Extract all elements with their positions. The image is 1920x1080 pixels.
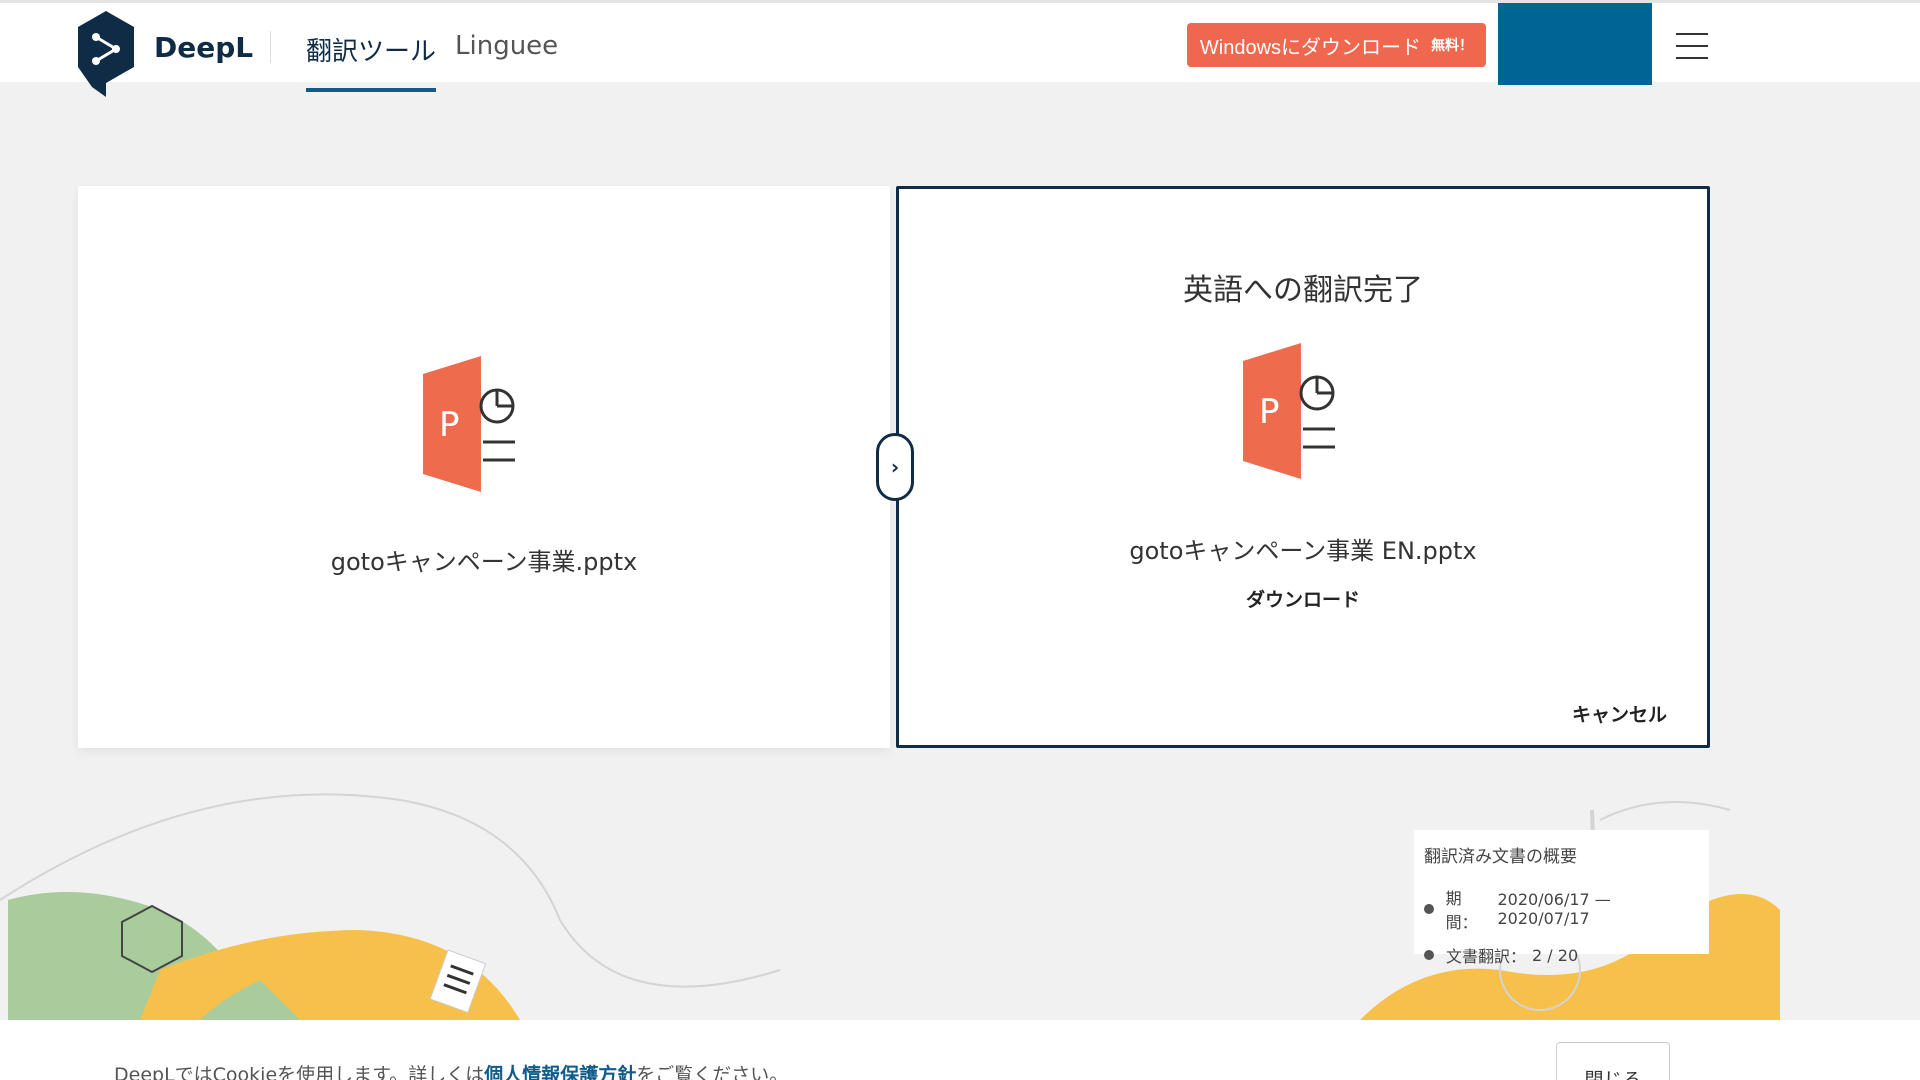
source-filename: gotoキャンペーン事業.pptx [330, 548, 638, 576]
top-header: DeepL 翻訳ツール Linguee Windowsにダウンロード 無料！ [0, 0, 1920, 97]
cookie-text-after: をご覧ください。 [636, 1064, 789, 1080]
period-label: 期間： [1445, 889, 1478, 932]
cookie-banner: DeepLではCookieを使用します。詳しくは個人情報保護方針をご覧ください。… [0, 1020, 1920, 1080]
summary-docs-row: 文書翻訳： 2 / 20 [1424, 943, 1699, 967]
cookie-message: DeepLではCookieを使用します。詳しくは個人情報保護方針をご覧ください。 [114, 1060, 788, 1080]
deepl-logo-icon[interactable] [74, 9, 138, 99]
privacy-policy-link[interactable]: 個人情報保護方針 [484, 1064, 636, 1080]
powerpoint-icon: P [423, 356, 515, 492]
cookie-text-before: DeepLではCookieを使用します。詳しくは [114, 1064, 485, 1080]
chevron-right-icon: › [890, 455, 900, 479]
download-link[interactable]: ダウンロード [899, 585, 1707, 612]
free-badge: 無料！ [1431, 37, 1474, 53]
bullet-icon [1424, 904, 1434, 914]
cancel-link[interactable]: キャンセル [1572, 700, 1667, 727]
source-document-panel[interactable]: P gotoキャンペーン事業.pptx [78, 186, 890, 748]
translation-complete-title: 英語への翻訳完了 [1183, 273, 1423, 308]
panel-toggle-button[interactable]: › [876, 433, 914, 501]
cookie-close-button[interactable]: 閉じる [1556, 1042, 1670, 1080]
download-button-label: Windowsにダウンロード [1199, 36, 1422, 59]
svg-text:P: P [439, 405, 460, 445]
translated-document-panel: 英語への翻訳完了 P gotoキャンペーン事業 EN.pptx ダウンロード キ… [896, 186, 1710, 748]
summary-title: 翻訳済み文書の概要 [1424, 847, 1577, 867]
windows-download-button[interactable]: Windowsにダウンロード 無料！ [1187, 23, 1486, 67]
summary-period-row: 期間： 2020/06/17 — 2020/07/17 [1424, 885, 1699, 933]
docs-value: 2 / 20 [1532, 945, 1579, 965]
brand-name[interactable]: DeepL [154, 31, 253, 64]
period-value: 2020/06/17 — 2020/07/17 [1497, 890, 1611, 928]
header-divider [270, 31, 271, 63]
tab-linguee[interactable]: Linguee [455, 31, 558, 61]
translated-filename: gotoキャンペーン事業 EN.pptx [1129, 537, 1477, 565]
account-area[interactable] [1498, 3, 1652, 85]
tab-translator[interactable]: 翻訳ツール [306, 31, 437, 92]
hamburger-icon[interactable] [1676, 33, 1708, 59]
bullet-icon [1424, 950, 1434, 960]
translated-documents-summary: 翻訳済み文書の概要 期間： 2020/06/17 — 2020/07/17 文書… [1414, 830, 1709, 966]
powerpoint-icon: P [1243, 343, 1335, 479]
docs-label: 文書翻訳： [1446, 947, 1527, 966]
svg-text:P: P [1259, 392, 1280, 432]
